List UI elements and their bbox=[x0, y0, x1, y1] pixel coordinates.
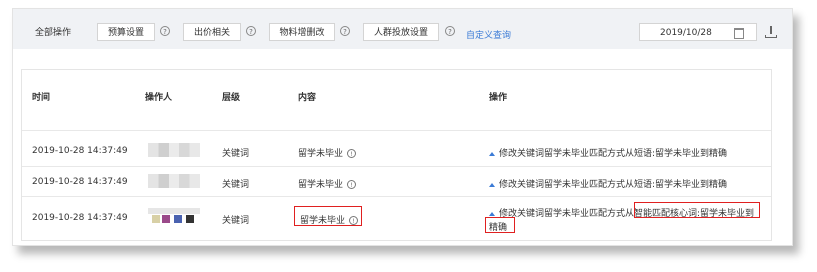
download-icon[interactable] bbox=[765, 25, 777, 39]
row-level: 关键词 bbox=[222, 180, 250, 190]
audience-settings-button[interactable]: 人群投放设置 bbox=[363, 23, 439, 41]
info-icon[interactable]: ! bbox=[347, 180, 357, 189]
date-value: 2019/10/28 bbox=[660, 28, 712, 38]
operation-log-table: 时间 操作人 层级 内容 操作 2019-10-28 14:37:49 关键词 … bbox=[21, 69, 772, 241]
operator-avatar-blurred bbox=[148, 174, 200, 188]
bid-related-button[interactable]: 出价相关 bbox=[183, 23, 241, 41]
highlight-box bbox=[294, 206, 362, 226]
custom-query-link[interactable]: 自定义查询 bbox=[466, 28, 511, 41]
operation-log-panel: 全部操作 预算设置 ? 出价相关 ? 物料增删改 ? 人群投放设置 ? 自定义查… bbox=[12, 8, 793, 246]
row-operation: 修改关键词留学未毕业匹配方式从短语:留学未毕业到精确 bbox=[489, 146, 727, 159]
row-level: 关键词 bbox=[222, 149, 250, 159]
row-time: 2019-10-28 14:37:49 bbox=[32, 177, 128, 187]
highlight-box bbox=[485, 217, 515, 233]
row-operation-text: 修改关键词留学未毕业匹配方式从 bbox=[499, 209, 635, 219]
row-content-text: 留学未毕业 bbox=[298, 149, 344, 159]
operator-avatar-blurred bbox=[148, 143, 200, 157]
row-divider bbox=[22, 166, 771, 167]
column-header-operation: 操作 bbox=[489, 93, 508, 103]
highlight-box bbox=[634, 202, 760, 218]
material-help-icon[interactable]: ? bbox=[340, 26, 350, 36]
column-header-operator: 操作人 bbox=[145, 93, 173, 103]
date-picker[interactable]: 2019/10/28 bbox=[639, 23, 757, 41]
row-divider bbox=[22, 196, 771, 197]
row-operation-text: 修改关键词留学未毕业匹配方式从短语:留学未毕业到精确 bbox=[499, 180, 728, 190]
budget-settings-button[interactable]: 预算设置 bbox=[97, 23, 155, 41]
header-divider bbox=[22, 130, 771, 131]
column-header-level: 层级 bbox=[222, 93, 241, 103]
row-time: 2019-10-28 14:37:49 bbox=[32, 213, 128, 223]
collapse-caret-icon[interactable] bbox=[489, 182, 495, 187]
column-header-content: 内容 bbox=[298, 93, 317, 103]
row-content: 留学未毕业! bbox=[298, 146, 357, 159]
collapse-caret-icon[interactable] bbox=[489, 211, 495, 216]
budget-help-icon[interactable]: ? bbox=[160, 26, 170, 36]
row-time: 2019-10-28 14:37:49 bbox=[32, 146, 128, 156]
filter-toolbar: 全部操作 预算设置 ? 出价相关 ? 物料增删改 ? 人群投放设置 ? 自定义查… bbox=[13, 9, 792, 49]
audience-help-icon[interactable]: ? bbox=[445, 26, 455, 36]
row-operation-text: 修改关键词留学未毕业匹配方式从短语:留学未毕业到精确 bbox=[499, 149, 728, 159]
info-icon[interactable]: ! bbox=[347, 149, 357, 158]
operator-avatar-blurred bbox=[148, 208, 200, 223]
row-operation: 修改关键词留学未毕业匹配方式从短语:留学未毕业到精确 bbox=[489, 177, 727, 190]
column-header-time: 时间 bbox=[32, 93, 51, 103]
material-edit-button[interactable]: 物料增删改 bbox=[269, 23, 335, 41]
row-level: 关键词 bbox=[222, 216, 250, 226]
row-content-text: 留学未毕业 bbox=[298, 180, 344, 190]
row-content: 留学未毕业! bbox=[298, 177, 357, 190]
bid-help-icon[interactable]: ? bbox=[246, 26, 256, 36]
calendar-icon[interactable] bbox=[734, 28, 744, 39]
all-operations-tab[interactable]: 全部操作 bbox=[21, 23, 85, 41]
collapse-caret-icon[interactable] bbox=[489, 151, 495, 156]
